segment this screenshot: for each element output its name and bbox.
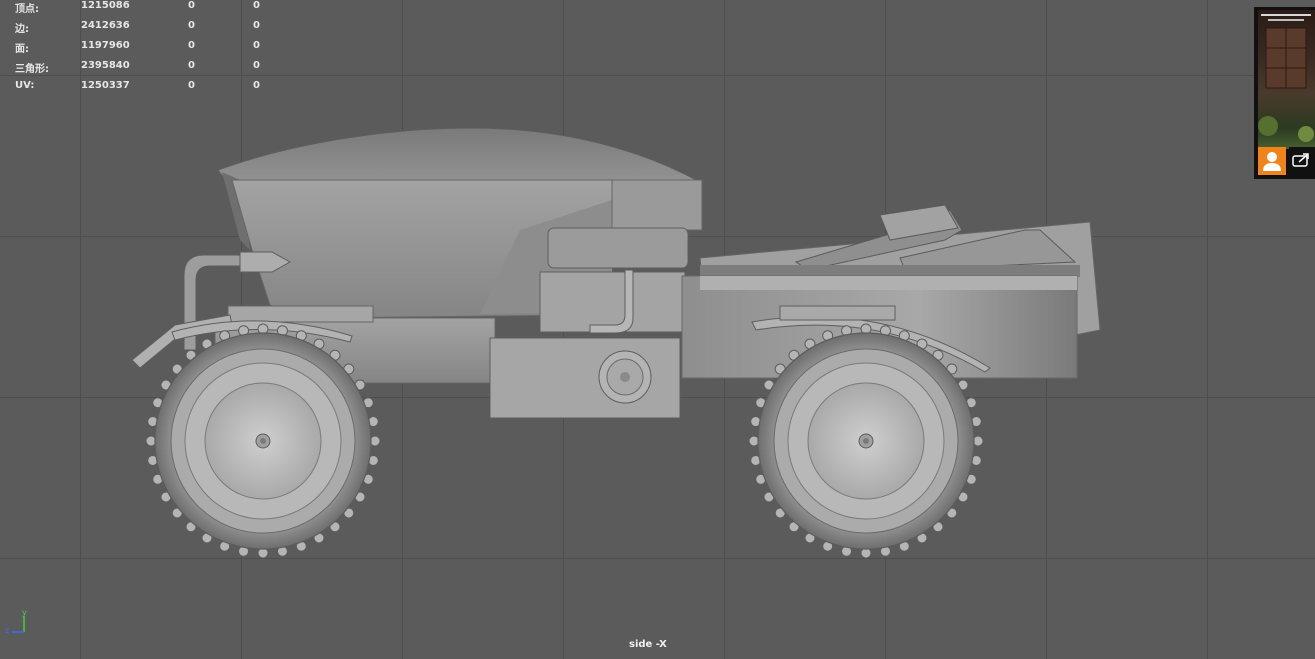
hud-label: 边: <box>15 24 29 35</box>
axis-z-label: z <box>5 626 9 635</box>
share-button[interactable] <box>1289 147 1315 175</box>
video-thumbnail[interactable] <box>1258 10 1315 149</box>
hud-label: 面: <box>15 44 29 55</box>
hud-total: 2412636 <box>81 20 130 31</box>
user-profile-button[interactable] <box>1258 147 1286 175</box>
axis-gizmo: y z <box>5 608 27 635</box>
axle-center <box>260 438 266 444</box>
vehicle-model[interactable] <box>0 0 1315 659</box>
video-frame-image <box>1258 14 1314 142</box>
share-icon <box>1292 153 1309 167</box>
hud-selected: 0 <box>188 40 195 51</box>
hud-total: 1250337 <box>81 80 130 91</box>
hud-label: UV: <box>15 80 35 91</box>
hud-selected-2: 0 <box>253 80 260 91</box>
hud-total: 1197960 <box>81 40 130 51</box>
hud-label: 顶点: <box>15 4 39 15</box>
hud-selected: 0 <box>188 0 195 11</box>
hud-total: 1215086 <box>81 0 130 11</box>
hud-selected-2: 0 <box>253 20 260 31</box>
hud-selected: 0 <box>188 60 195 71</box>
hud-selected: 0 <box>188 20 195 31</box>
hud-label: 三角形: <box>15 64 49 75</box>
hud-selected-2: 0 <box>253 0 260 11</box>
axle-center <box>863 438 869 444</box>
video-overlay-window[interactable] <box>1254 7 1315 179</box>
maya-side-viewport[interactable]: 顶点: 1215086 0 0 边: 2412636 0 0 面: 119796… <box>0 0 1315 659</box>
axis-y-label: y <box>22 608 27 617</box>
hud-selected-2: 0 <box>253 40 260 51</box>
hud-selected: 0 <box>188 80 195 91</box>
hud-total: 2395840 <box>81 60 130 71</box>
camera-name-label: side -X <box>629 639 667 650</box>
hud-selected-2: 0 <box>253 60 260 71</box>
person-icon <box>1263 152 1281 171</box>
